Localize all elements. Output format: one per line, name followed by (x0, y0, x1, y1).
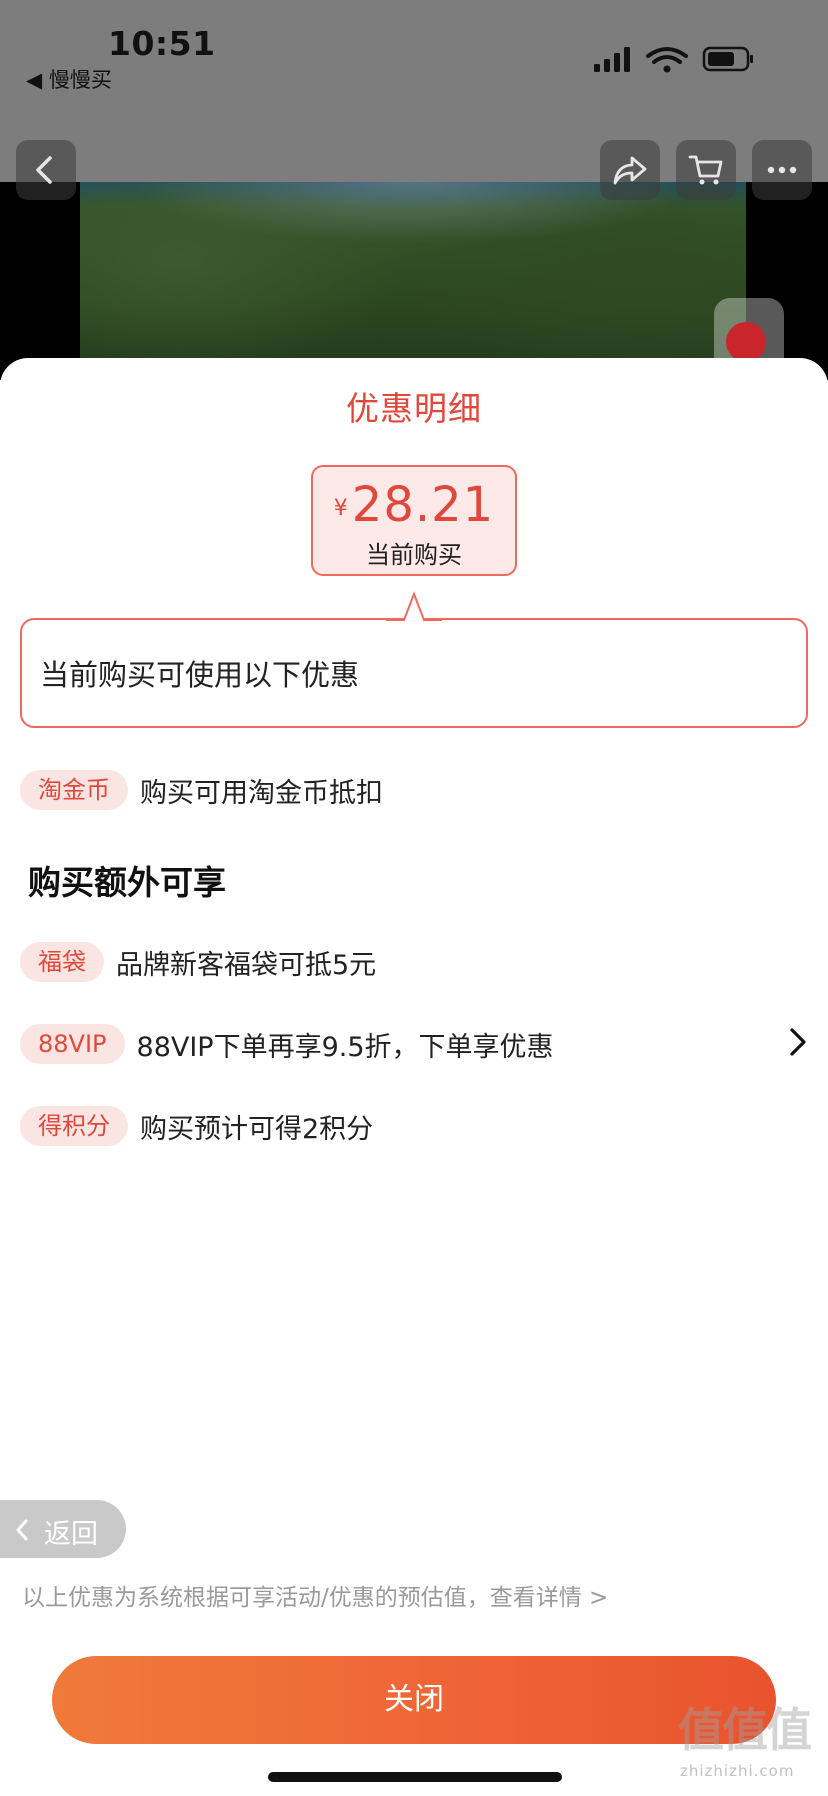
signal-icon (594, 46, 753, 73)
chevron-left-icon (36, 156, 52, 184)
image-letterbox-left (0, 182, 80, 380)
chevron-right-icon[interactable] (786, 1026, 810, 1058)
share-button[interactable] (600, 140, 660, 200)
cart-icon (688, 155, 723, 185)
watermark: 值值值 zhizhizhi.com (678, 1694, 818, 1784)
share-icon (613, 156, 647, 185)
extra-section-title: 购买额外可享 (28, 863, 226, 902)
currency-symbol: ¥ (333, 496, 348, 521)
extra-text: 88VIP下单再享9.5折，下单享优惠 (136, 1031, 554, 1063)
watermark-domain: zhizhizhi.com (680, 1762, 795, 1780)
return-button[interactable]: 返回 (0, 1500, 126, 1558)
price-caption: 当前购买 (366, 541, 462, 569)
coupon-text: 购买可用淘金币抵扣 (140, 777, 383, 809)
discount-detail-sheet: 优惠明细 ¥28.21 当前购买 当前购买可使用以下优惠 淘金币 购买可用淘金币… (0, 358, 828, 1796)
extra-tag: 福袋 (20, 942, 104, 982)
status-back-to-app[interactable]: ◀ 慢慢买 (26, 64, 112, 94)
home-indicator (268, 1772, 562, 1782)
status-time: 10:51 (108, 24, 216, 63)
watermark-brand: 值值值 (678, 1703, 812, 1757)
extra-text: 品牌新客福袋可抵5元 (116, 949, 377, 981)
close-button[interactable]: 关闭 (52, 1656, 776, 1744)
estimate-disclaimer-link[interactable]: 以上优惠为系统根据可享活动/优惠的预估值，查看详情 > (22, 1578, 608, 1612)
price-amount: 28.21 (351, 477, 495, 533)
extra-row-88vip[interactable]: 88VIP 88VIP下单再享9.5折，下单享优惠 (20, 1022, 808, 1066)
extra-tag: 88VIP (20, 1024, 125, 1064)
return-label: 返回 (44, 1519, 98, 1550)
more-dots-icon (767, 166, 797, 174)
extra-row-fudai: 福袋 品牌新客福袋可抵5元 (20, 940, 376, 984)
back-button[interactable] (16, 140, 76, 200)
discount-tip-box: 当前购买可使用以下优惠 (20, 618, 808, 728)
current-price-card: ¥28.21 当前购买 (311, 465, 517, 576)
sheet-title: 优惠明细 (346, 389, 482, 428)
price-line: ¥28.21 (313, 477, 515, 533)
discount-tip-text: 当前购买可使用以下优惠 (40, 658, 360, 692)
tip-pointer (386, 591, 442, 622)
background-page: 10:51 ◀ 慢慢买 (0, 0, 828, 380)
chevron-left-icon (16, 1519, 28, 1541)
chart-icon (726, 322, 766, 362)
extra-row-points: 得积分 购买预计可得2积分 (20, 1104, 373, 1148)
coupon-row-taojinbi: 淘金币 购买可用淘金币抵扣 (20, 768, 383, 812)
coupon-tag: 淘金币 (20, 770, 128, 810)
status-icons (592, 44, 762, 74)
extra-tag: 得积分 (20, 1106, 128, 1146)
more-button[interactable] (752, 140, 812, 200)
product-image (80, 182, 746, 380)
cart-button[interactable] (676, 140, 736, 200)
extra-text: 购买预计可得2积分 (140, 1113, 374, 1145)
